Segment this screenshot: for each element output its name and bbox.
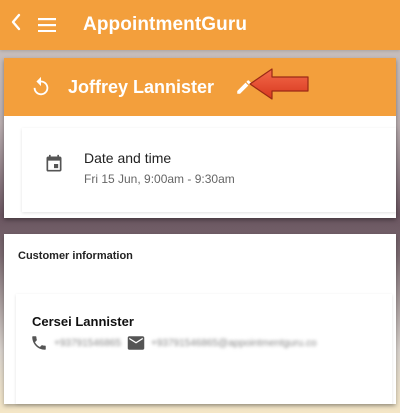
customer-email[interactable]: +93791546865@appointmentguru.co xyxy=(151,338,317,349)
client-name: Joffrey Lannister xyxy=(68,76,215,97)
back-chevron-icon[interactable] xyxy=(0,0,32,50)
customer-contact-row: +93791546865 +93791546865@appointmentgur… xyxy=(30,334,317,352)
customer-info-heading: Customer information xyxy=(18,250,133,262)
app-bar: AppointmentGuru xyxy=(0,0,400,50)
email-icon[interactable] xyxy=(127,336,145,350)
appointment-header: Joffrey Lannister xyxy=(4,58,396,116)
hamburger-menu-icon[interactable] xyxy=(38,0,60,50)
undo-icon[interactable] xyxy=(30,76,52,98)
date-time-card[interactable]: Date and time Fri 15 Jun, 9:00am - 9:30a… xyxy=(22,128,396,212)
customer-card[interactable]: Cersei Lannister +93791546865 +937915468… xyxy=(16,294,392,404)
pointer-arrow-icon xyxy=(249,68,309,100)
calendar-icon xyxy=(44,154,64,174)
customer-panel: Customer information Cersei Lannister +9… xyxy=(4,234,396,404)
customer-name: Cersei Lannister xyxy=(32,314,134,329)
app-title: AppointmentGuru xyxy=(83,14,248,35)
date-time-label: Date and time xyxy=(84,150,172,166)
appointment-panel: Joffrey Lannister Date and time Fri 15 J… xyxy=(4,58,396,218)
customer-phone[interactable]: +93791546865 xyxy=(54,338,121,349)
date-time-value: Fri 15 Jun, 9:00am - 9:30am xyxy=(84,172,235,186)
phone-icon[interactable] xyxy=(30,334,48,352)
